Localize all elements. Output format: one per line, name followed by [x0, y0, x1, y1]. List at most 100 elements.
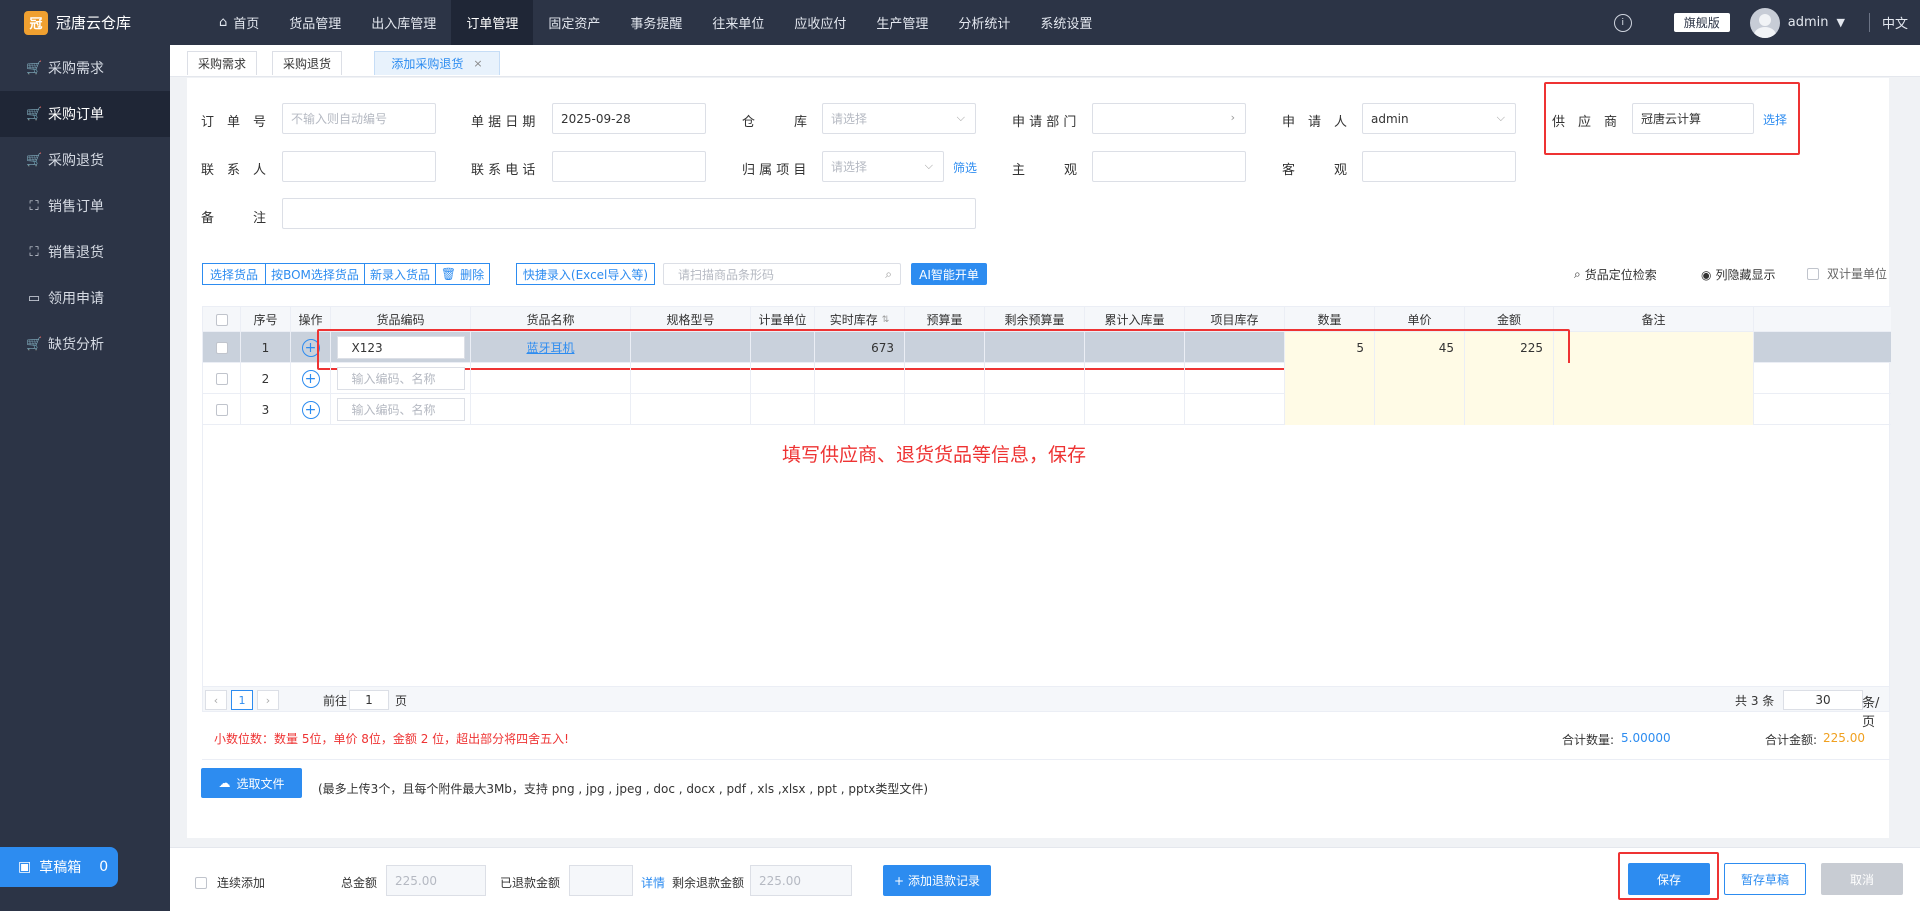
applicant-select[interactable]: admin ⌵ — [1362, 103, 1516, 134]
tab-add-purchase-return[interactable]: 添加采购退货 × — [374, 51, 500, 75]
header-checkbox-cell[interactable] — [203, 307, 241, 332]
row-remark[interactable] — [1554, 363, 1754, 394]
sidebar-item-sales-order[interactable]: ⛶ 销售订单 — [0, 183, 170, 229]
continuous-add-checkbox[interactable]: 连续添加 — [195, 874, 265, 891]
objective-input[interactable] — [1362, 151, 1516, 182]
row-checkbox[interactable] — [215, 372, 228, 385]
tab-purchase-return[interactable]: 采购退货 — [272, 51, 342, 75]
barcode-scan-input[interactable]: 请扫描商品条形码 ⌕ — [663, 263, 901, 285]
sidebar-item-purchase-demand[interactable]: 🛒 采购需求 — [0, 45, 170, 91]
nav-fixed-assets[interactable]: 固定资产 — [533, 0, 615, 45]
dept-select[interactable]: › — [1092, 103, 1246, 134]
total-amount-value: 225.00 — [1823, 731, 1865, 745]
dual-unit-checkbox[interactable]: 双计量单位 — [1807, 265, 1887, 282]
order-no-input[interactable]: 不输入则自动编号 — [282, 103, 436, 134]
page-size-select[interactable]: 30 — [1783, 690, 1863, 710]
row-checkbox-cell[interactable] — [203, 332, 241, 363]
checkbox[interactable] — [1807, 267, 1819, 280]
row-checkbox-cell[interactable] — [203, 363, 241, 394]
page-1-button[interactable]: 1 — [231, 690, 253, 710]
sort-icon[interactable]: ⇅ — [882, 315, 890, 325]
code-input[interactable]: 输入编码、名称 — [336, 367, 465, 390]
bom-select-button[interactable]: 按BOM选择货品 — [265, 263, 365, 285]
close-icon[interactable]: × — [473, 57, 482, 70]
supplier-input[interactable]: 冠唐云计算 — [1632, 103, 1754, 134]
goto-page-input[interactable]: 1 — [349, 690, 389, 710]
upload-file-button[interactable]: ☁ 选取文件 — [201, 768, 302, 798]
sidebar-item-sales-return[interactable]: ⛶ 销售退货 — [0, 229, 170, 275]
nav-inout[interactable]: 出入库管理 — [356, 0, 451, 45]
ai-order-button[interactable]: AI智能开单 — [911, 263, 987, 285]
sidebar-item-requisition[interactable]: ▭ 领用申请 — [0, 275, 170, 321]
supplier-select-link[interactable]: 选择 — [1763, 111, 1787, 128]
row-qty[interactable] — [1285, 394, 1375, 425]
remark-label: 备 注 — [201, 211, 267, 226]
phone-input[interactable] — [552, 151, 706, 182]
row-amount[interactable] — [1465, 394, 1554, 425]
caret-down-icon[interactable]: ▼ — [1837, 16, 1845, 29]
row-amount[interactable] — [1465, 363, 1554, 394]
row-qty[interactable] — [1285, 363, 1375, 394]
add-row-icon[interactable]: + — [301, 400, 320, 419]
row-checkbox[interactable] — [215, 341, 228, 354]
sidebar-item-purchase-return[interactable]: 🛒 采购退货 — [0, 137, 170, 183]
search-icon: ⌕ — [1574, 267, 1581, 281]
nav-reminders[interactable]: 事务提醒 — [615, 0, 697, 45]
app-logo[interactable]: 冠 冠唐云仓库 — [0, 0, 170, 45]
nav-orders[interactable]: 订单管理 — [451, 0, 534, 45]
cloud-upload-icon: ☁ — [218, 776, 231, 790]
code-input[interactable]: 输入编码、名称 — [336, 398, 465, 421]
contact-input[interactable] — [282, 151, 436, 182]
row-remark[interactable] — [1554, 394, 1754, 425]
nav-goods[interactable]: 货品管理 — [274, 0, 356, 45]
new-goods-button[interactable]: 新录入货品 — [364, 263, 436, 285]
table-row[interactable]: 2 + 输入编码、名称 — [203, 363, 1891, 394]
next-page-button[interactable]: › — [257, 690, 279, 710]
nav-receivables[interactable]: 应收应付 — [779, 0, 861, 45]
nav-analytics[interactable]: 分析统计 — [943, 0, 1025, 45]
table-row[interactable]: 3 + 输入编码、名称 — [203, 394, 1891, 425]
app-name: 冠唐云仓库 — [56, 14, 132, 32]
sidebar-item-shortage-analysis[interactable]: 🛒 缺货分析 — [0, 321, 170, 367]
avatar[interactable] — [1749, 7, 1780, 38]
help-icon[interactable]: i — [1613, 13, 1632, 32]
draft-box-button[interactable]: ▣ 草稿箱 0 — [0, 847, 118, 887]
project-filter-link[interactable]: 筛选 — [953, 159, 977, 176]
prev-page-button[interactable]: ‹ — [205, 690, 227, 710]
nav-settings[interactable]: 系统设置 — [1025, 0, 1107, 45]
sidebar-item-label: 销售订单 — [48, 199, 104, 215]
date-input[interactable]: 2025-09-28 — [552, 103, 706, 134]
sidebar-item-purchase-order[interactable]: 🛒 采购订单 — [0, 91, 170, 137]
remark-input[interactable] — [282, 198, 976, 229]
add-refund-button[interactable]: + 添加退款记录 — [883, 865, 991, 896]
select-all-checkbox[interactable] — [215, 313, 228, 326]
goods-locate-button[interactable]: ⌕ 货品定位检索 — [1574, 266, 1657, 283]
cancel-button[interactable]: 取消 — [1821, 863, 1903, 895]
nav-home[interactable]: ⌂ 首页 — [204, 0, 274, 45]
tabs-bar: 采购需求 采购退货 添加采购退货 × — [170, 45, 1920, 77]
row-remark[interactable] — [1554, 332, 1754, 363]
save-button[interactable]: 保存 — [1628, 863, 1710, 895]
language-switch[interactable]: 中文 — [1868, 13, 1920, 32]
checkbox[interactable] — [195, 876, 207, 889]
project-select[interactable]: 请选择 ⌵ — [822, 151, 944, 182]
nav-partners[interactable]: 往来单位 — [697, 0, 779, 45]
row-checkbox[interactable] — [215, 403, 228, 416]
row-price[interactable] — [1375, 394, 1465, 425]
refund-detail-link[interactable]: 详情 — [641, 874, 665, 891]
row-price[interactable] — [1375, 363, 1465, 394]
delete-button[interactable]: 🗑 删除 — [435, 263, 490, 285]
warehouse-select[interactable]: 请选择 ⌵ — [822, 103, 976, 134]
add-row-icon[interactable]: + — [301, 369, 320, 388]
nav-production[interactable]: 生产管理 — [861, 0, 943, 45]
row-checkbox-cell[interactable] — [203, 394, 241, 425]
user-name[interactable]: admin — [1788, 15, 1829, 30]
column-toggle-button[interactable]: ◉ 列隐藏显示 — [1701, 266, 1776, 283]
cart-icon: 🛒 — [26, 106, 43, 122]
tab-purchase-demand[interactable]: 采购需求 — [187, 51, 257, 75]
select-goods-button[interactable]: 选择货品 — [202, 263, 266, 285]
save-draft-button[interactable]: 暂存草稿 — [1724, 863, 1806, 895]
subjective-input[interactable] — [1092, 151, 1246, 182]
quick-entry-button[interactable]: 快捷录入(Excel导入等) — [516, 263, 655, 285]
contact-label: 联 系 人 — [201, 163, 267, 178]
